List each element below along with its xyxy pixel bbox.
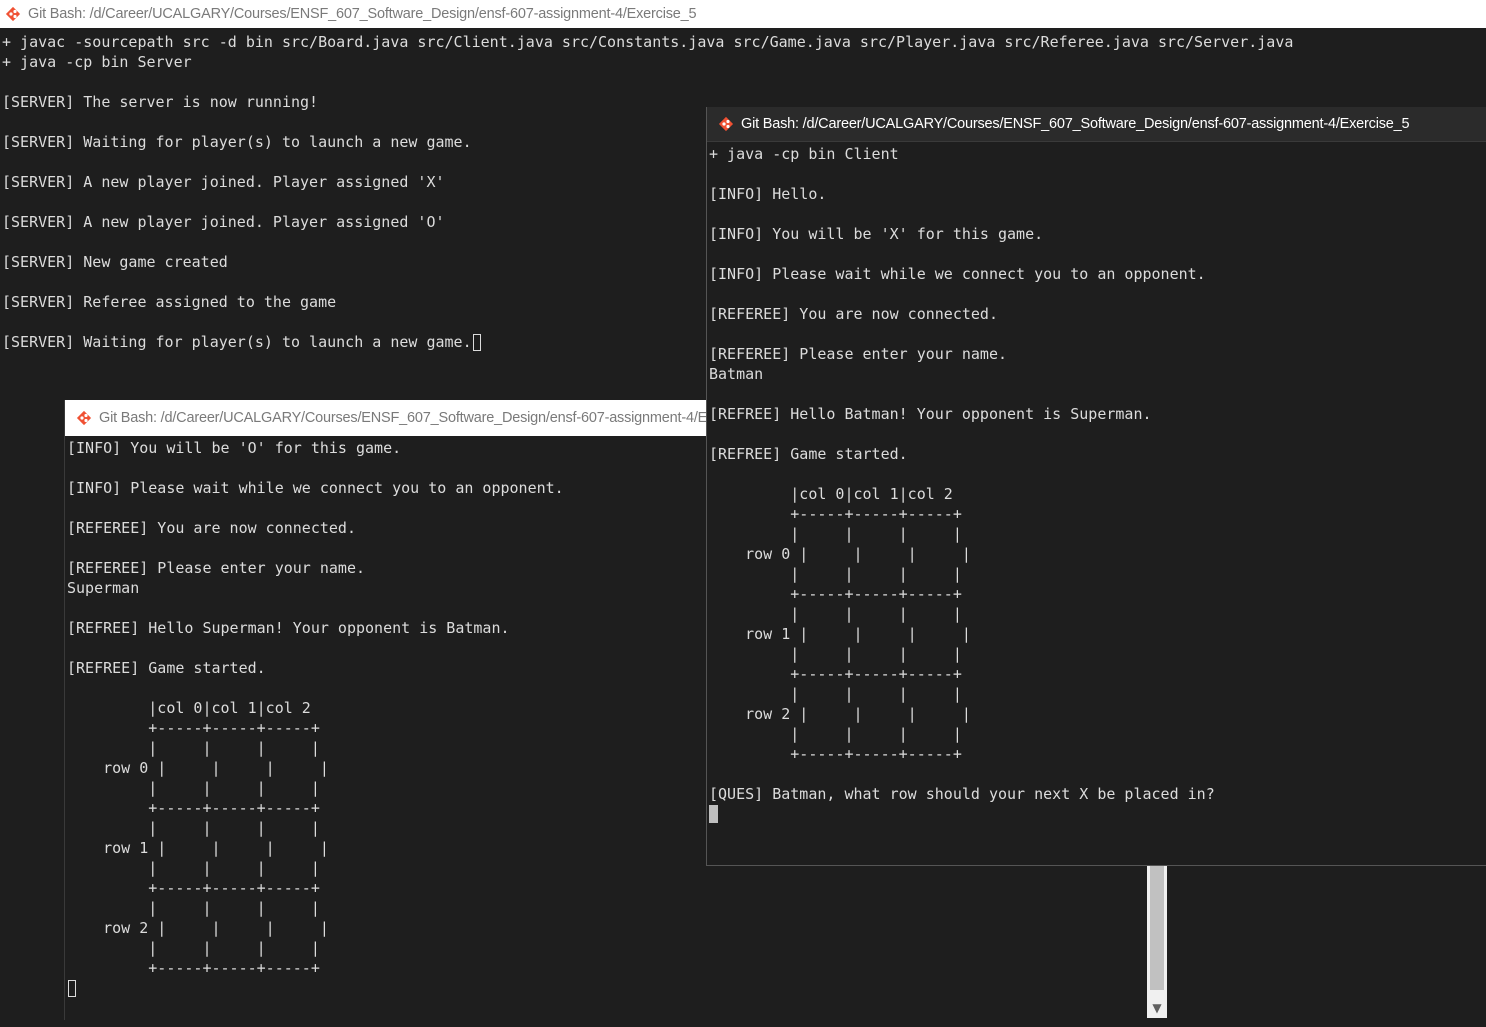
git-bash-icon [5,6,21,22]
client-x-terminal-output[interactable]: + java -cp bin Client [INFO] Hello. [INF… [709,144,1486,865]
server-window-titlebar[interactable]: Git Bash: /d/Career/UCALGARY/Courses/ENS… [0,0,1486,28]
git-bash-icon [76,410,92,426]
client-x-window-titlebar[interactable]: Git Bash: /d/Career/UCALGARY/Courses/ENS… [707,107,1486,142]
client-x-output-text: + java -cp bin Client [INFO] Hello. [INF… [709,145,1215,803]
client-x-window-title: Git Bash: /d/Career/UCALGARY/Courses/ENS… [741,116,1410,132]
client-o-window-title: Git Bash: /d/Career/UCALGARY/Courses/ENS… [99,410,768,426]
git-bash-icon [718,116,734,132]
terminal-cursor [709,805,718,823]
client-x-terminal-window[interactable]: Git Bash: /d/Career/UCALGARY/Courses/ENS… [706,107,1486,866]
terminal-cursor [472,334,481,351]
client-o-scrollbar[interactable]: ▼ [1147,858,1167,1018]
terminal-cursor [68,980,76,997]
client-o-output-text: [INFO] You will be 'O' for this game. [I… [67,439,564,977]
scrollbar-thumb[interactable] [1150,862,1164,990]
scroll-down-arrow-icon[interactable]: ▼ [1147,998,1167,1018]
server-window-title: Git Bash: /d/Career/UCALGARY/Courses/ENS… [28,6,697,22]
